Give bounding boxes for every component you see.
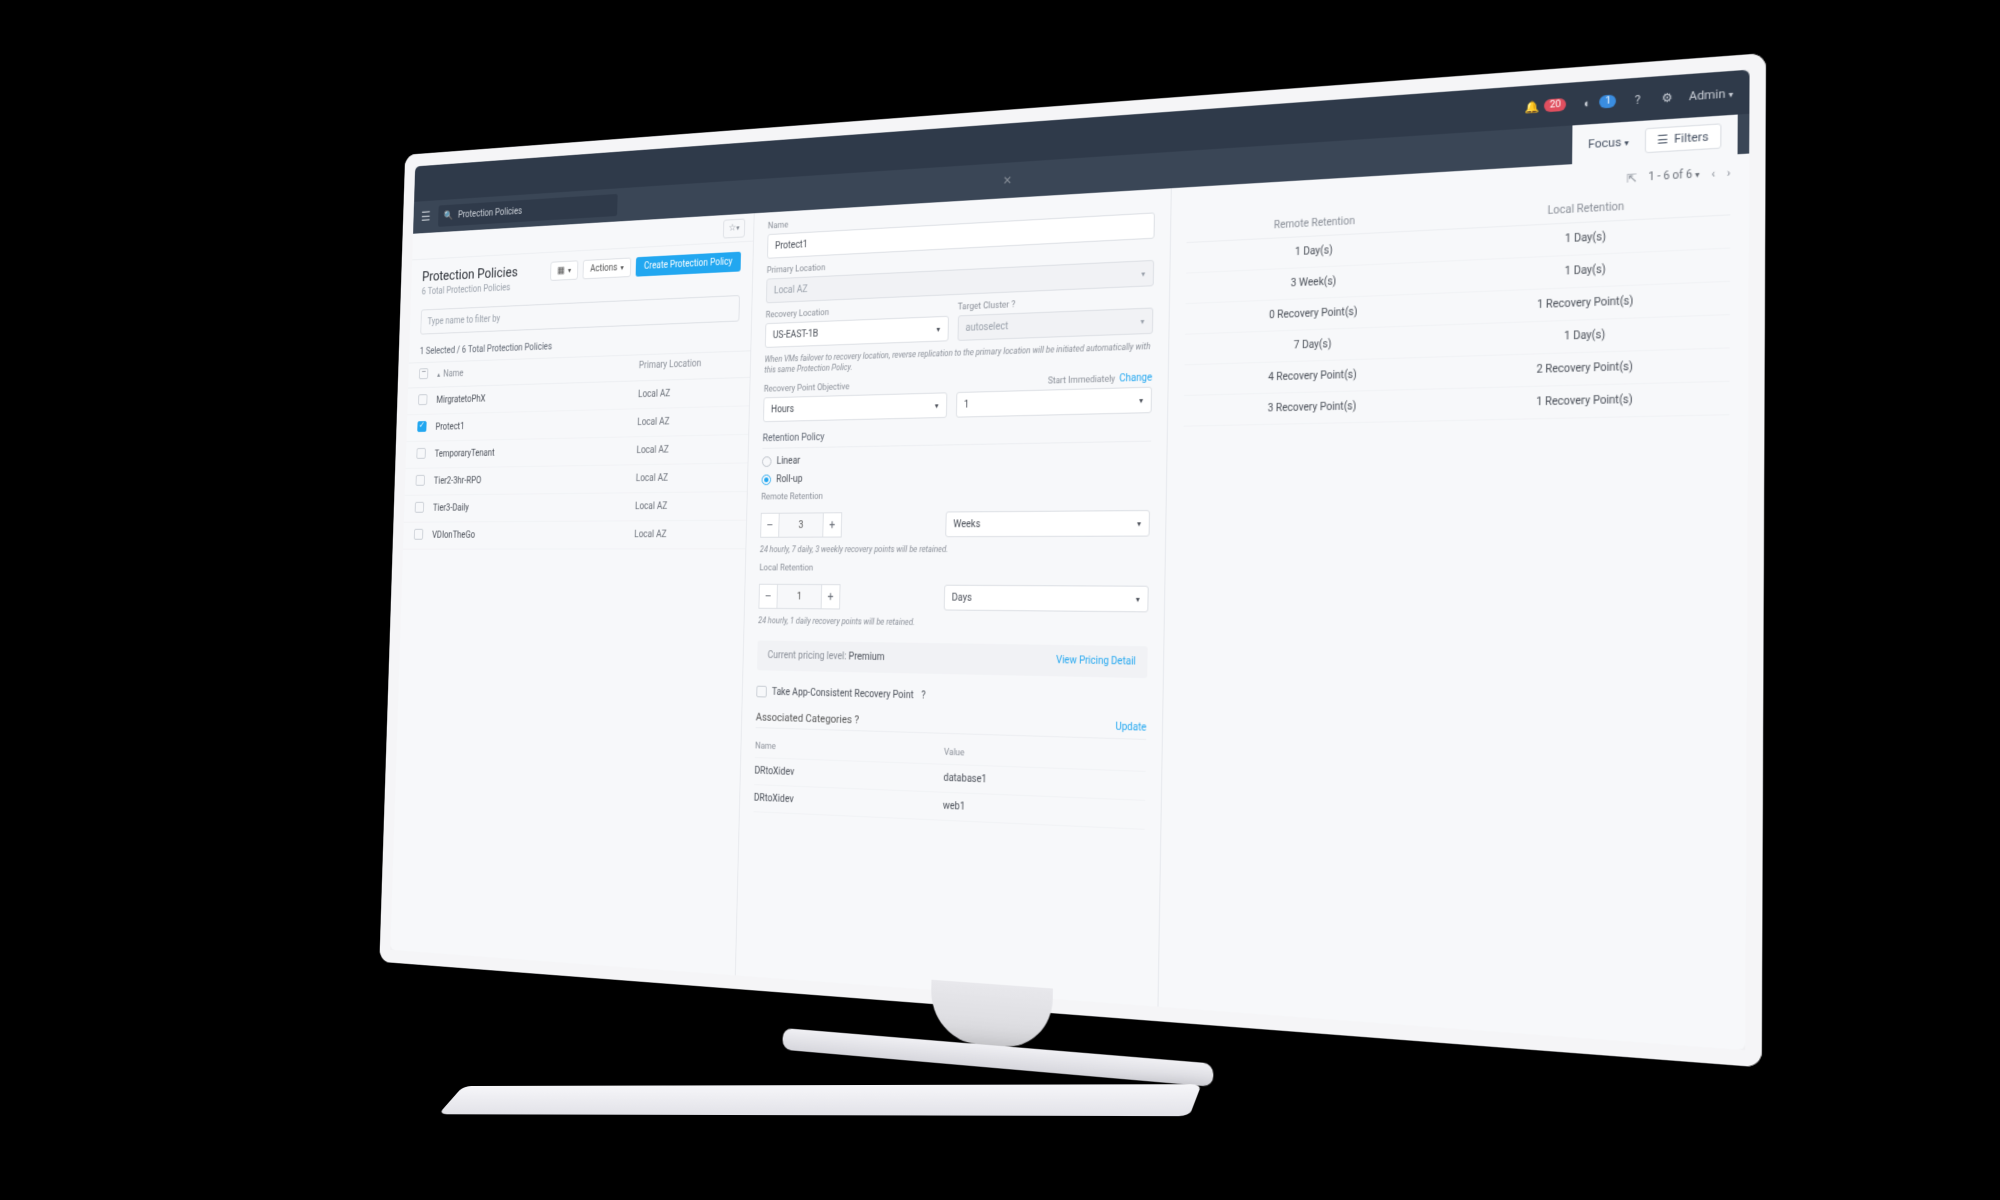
retention-row: 7 Day(s)1 Day(s)	[1185, 315, 1730, 365]
export-icon[interactable]: ⇱	[1626, 171, 1636, 186]
local-retention-unit[interactable]: Days▾	[943, 585, 1148, 613]
app-consistent-checkbox[interactable]: Take App-Consistent Recovery Point ?	[756, 686, 1147, 707]
page-title: Protection Policies	[422, 264, 518, 285]
change-link[interactable]: Change	[1119, 373, 1152, 385]
stepper-plus[interactable]: +	[821, 584, 841, 609]
view-pricing-link[interactable]: View Pricing Detail	[1056, 655, 1136, 668]
page-subtitle: 6 Total Protection Policies	[422, 283, 518, 298]
row-location: Local AZ	[634, 529, 734, 540]
topbar: 🔔 20 ◐ 1 ? ⚙ Admin ▾	[414, 70, 1750, 202]
remote-retention-unit[interactable]: Weeks▾	[945, 510, 1150, 537]
rpo-value-input[interactable]: 1▾	[955, 387, 1152, 418]
update-categories-link[interactable]: Update	[1115, 722, 1146, 734]
alerts-count: 20	[1544, 98, 1566, 112]
next-page-icon[interactable]: ›	[1727, 166, 1731, 181]
local-retention-note: 24 hourly, 1 daily recovery points will …	[758, 617, 1148, 633]
tasks-badge[interactable]: ◐ 1	[1580, 93, 1617, 111]
row-name: VDIonTheGo	[432, 530, 634, 541]
row-location: Local AZ	[635, 501, 735, 512]
create-policy-button[interactable]: Create Protection Policy	[636, 252, 741, 277]
actions-dropdown[interactable]: Actions ▾	[583, 258, 632, 280]
col-primary-location[interactable]: Primary Location	[639, 357, 739, 374]
breadcrumb: Protection Policies	[458, 206, 522, 220]
row-checkbox[interactable]	[418, 394, 427, 405]
alerts-badge[interactable]: 🔔 20	[1525, 97, 1567, 115]
col-local-retention[interactable]: Local Retention	[1447, 196, 1730, 223]
row-location: Local AZ	[637, 415, 737, 428]
row-name: MirgratetoPhX	[436, 390, 638, 406]
tasks-icon: ◐	[1580, 95, 1596, 111]
breadcrumb-search[interactable]: 🔍 Protection Policies	[438, 194, 618, 227]
col-remote-retention[interactable]: Remote Retention	[1187, 211, 1447, 236]
failover-note: When VMs failover to recovery location, …	[764, 342, 1153, 377]
row-checkbox[interactable]	[416, 475, 425, 486]
col-name[interactable]: ▴Name	[437, 361, 639, 381]
remote-retention-note: 24 hourly, 7 daily, 3 weekly recovery po…	[760, 545, 1150, 556]
pricing-box: Current pricing level: Premium View Pric…	[757, 641, 1148, 679]
target-cluster-label: Target Cluster ?	[958, 294, 1154, 312]
focus-dropdown[interactable]: Focus ▾	[1588, 134, 1629, 151]
search-icon: 🔍	[444, 210, 454, 220]
local-retention-stepper[interactable]: – 1 +	[758, 584, 934, 611]
row-name: TemporaryTenant	[435, 446, 637, 460]
retention-row: 3 Week(s)1 Day(s)	[1186, 249, 1731, 305]
table-row[interactable]: Tier2-3hr-RPOLocal AZ	[405, 463, 748, 495]
tasks-count: 1	[1600, 94, 1617, 108]
prev-page-icon[interactable]: ‹	[1711, 167, 1715, 182]
target-cluster-select[interactable]: autoselect▾	[957, 307, 1153, 340]
row-location: Local AZ	[638, 387, 738, 400]
retention-policy-heading: Retention Policy	[762, 425, 1151, 449]
retention-row: 4 Recovery Point(s)2 Recovery Point(s)	[1184, 348, 1730, 396]
row-location: Local AZ	[636, 472, 736, 484]
close-icon[interactable]: ✕	[1003, 173, 1013, 187]
view-toggle[interactable]: ▦ ▾	[550, 260, 579, 281]
pagination-range[interactable]: 1 - 6 of 6 ▾	[1648, 169, 1700, 184]
filter-input[interactable]: Type name to filter by	[420, 295, 740, 335]
left-pane: ☆ ▾ Protection Policies 6 Total Protecti…	[390, 213, 754, 975]
retention-row: 0 Recovery Point(s)1 Recovery Point(s)	[1185, 282, 1730, 335]
row-checkbox[interactable]	[415, 502, 424, 513]
row-name: Tier3-Daily	[433, 502, 635, 514]
gear-icon[interactable]: ⚙	[1659, 89, 1675, 105]
filter-icon: ☰	[1657, 132, 1668, 147]
filters-button[interactable]: ☰Filters	[1645, 123, 1722, 153]
remote-retention-value: 3	[779, 513, 823, 538]
retention-rollup-radio[interactable]: Roll-up	[761, 469, 1150, 485]
table-row[interactable]: VDIonTheGoLocal AZ	[403, 521, 746, 550]
bell-icon: 🔔	[1525, 99, 1540, 115]
remote-retention-label: Remote Retention	[761, 489, 1150, 503]
local-retention-label: Local Retention	[759, 564, 1149, 575]
retention-row: 3 Recovery Point(s)1 Recovery Point(s)	[1184, 382, 1730, 427]
row-checkbox[interactable]	[417, 421, 426, 432]
row-name: Protect1	[435, 418, 637, 433]
start-immediately-label: Start Immediately Change	[956, 373, 1152, 390]
recovery-location-select[interactable]: US-EAST-1B▾	[765, 316, 949, 348]
retention-row: 1 Day(s)1 Day(s)	[1186, 215, 1730, 273]
stepper-minus[interactable]: –	[760, 513, 779, 538]
row-location: Local AZ	[636, 444, 736, 456]
detail-pane: Name Protect1 Primary Location Local AZ▾…	[736, 188, 1172, 1006]
right-pane: ⇱ 1 - 6 of 6 ▾ ‹ › Remote Retention Loca…	[1158, 154, 1749, 1051]
user-menu[interactable]: Admin ▾	[1689, 86, 1733, 103]
help-icon[interactable]: ?	[1630, 91, 1646, 107]
menu-icon[interactable]: ☰	[421, 210, 431, 225]
select-all-checkbox[interactable]	[419, 368, 428, 379]
local-retention-value: 1	[777, 584, 821, 609]
associated-categories-heading: Associated Categories ?	[756, 711, 860, 727]
table-row[interactable]: Tier3-DailyLocal AZ	[404, 492, 747, 523]
retention-linear-radio[interactable]: Linear	[762, 450, 1151, 467]
row-checkbox[interactable]	[416, 448, 425, 459]
row-name: Tier2-3hr-RPO	[434, 474, 636, 487]
stepper-plus[interactable]: +	[822, 512, 842, 537]
row-checkbox[interactable]	[414, 529, 423, 540]
stepper-minus[interactable]: –	[758, 584, 777, 609]
rpo-unit-select[interactable]: Hours▾	[763, 392, 947, 422]
favorite-button[interactable]: ☆ ▾	[723, 218, 745, 238]
remote-retention-stepper[interactable]: – 3 +	[760, 512, 936, 538]
keyboard	[438, 1084, 1201, 1116]
